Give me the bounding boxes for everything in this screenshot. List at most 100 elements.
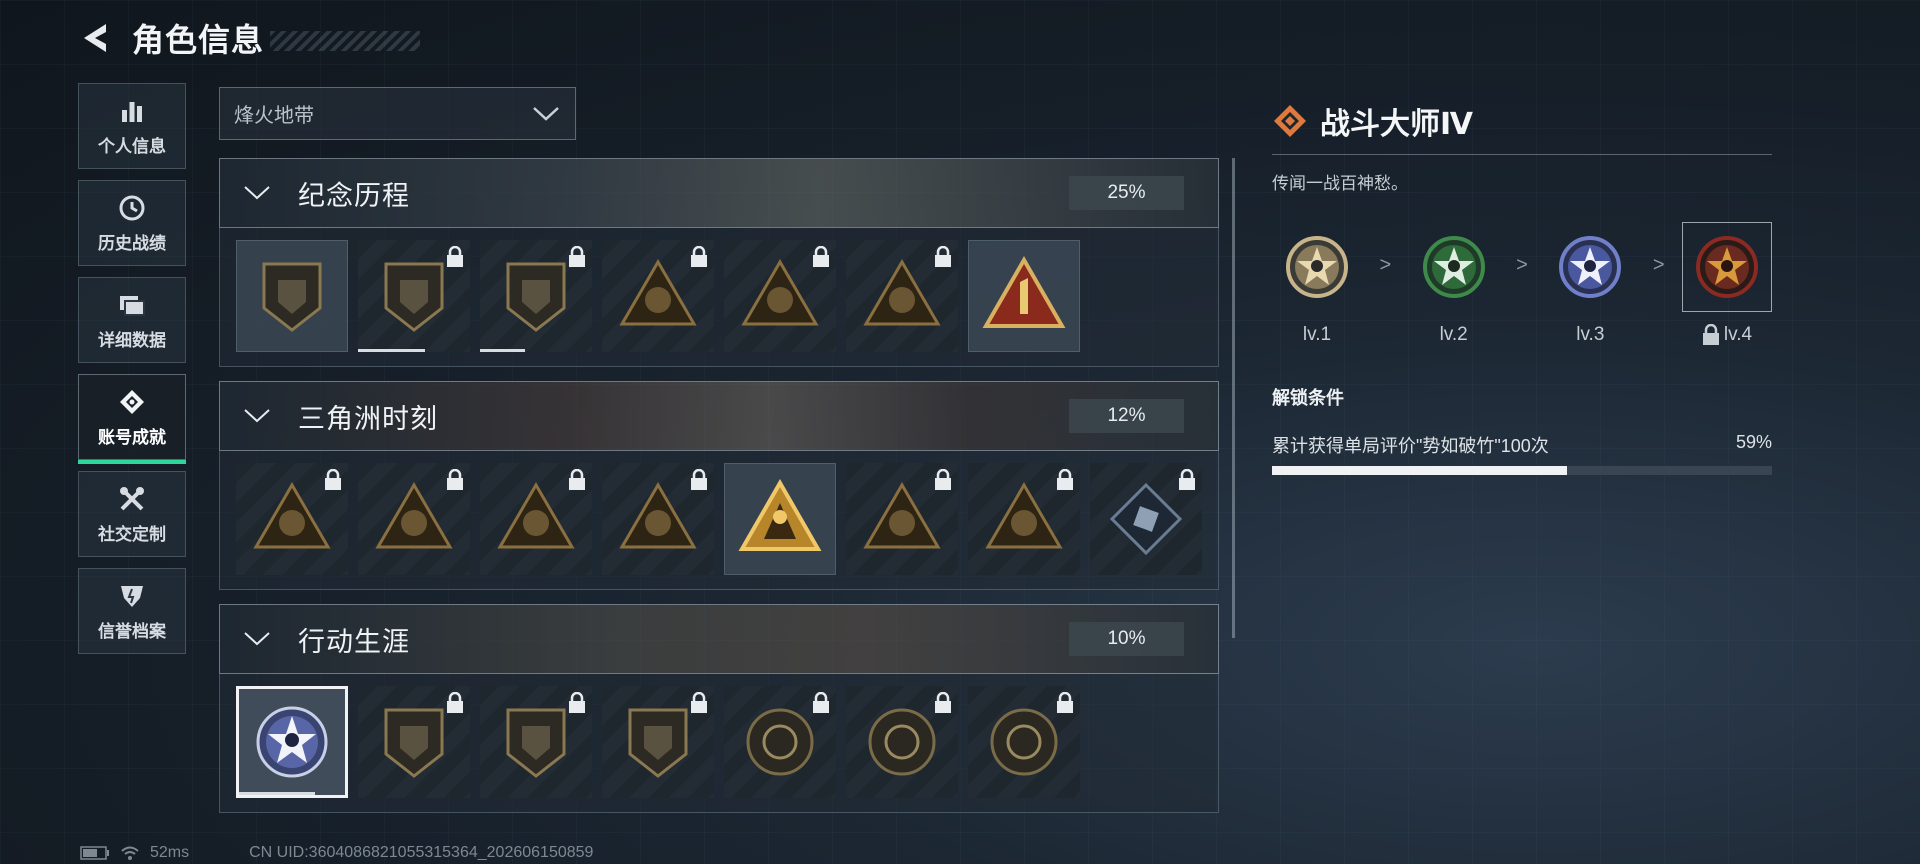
sidebar-item-personal-info[interactable]: 个人信息	[78, 83, 186, 169]
target-emblem-icon	[868, 708, 936, 776]
scrollbar[interactable]	[1232, 158, 1235, 638]
folder-icon	[117, 290, 147, 320]
achievement-badge[interactable]	[236, 463, 348, 575]
dragon-emblem-icon	[985, 482, 1063, 549]
section-header[interactable]: 行动生涯 10%	[219, 604, 1219, 674]
condition-progress-bar	[1272, 466, 1772, 475]
mode-dropdown-value: 烽火地带	[234, 105, 314, 127]
level-label-locked: lv.4	[1702, 324, 1752, 346]
badge-row	[219, 674, 1219, 813]
achievement-badge[interactable]	[846, 240, 958, 352]
shield-icon	[117, 581, 147, 611]
lock-icon	[324, 468, 342, 496]
sidebar-item-label: 历史战绩	[98, 233, 166, 253]
badge-progress-bar	[239, 792, 316, 795]
lock-icon	[568, 691, 586, 719]
bar-chart-icon	[117, 96, 147, 126]
achievement-badge[interactable]	[480, 686, 592, 798]
star-medal-icon	[1559, 236, 1622, 298]
level-item[interactable]: lv.2	[1409, 222, 1499, 346]
achievement-badge[interactable]	[724, 686, 836, 798]
chevron-shield-emblem-icon	[384, 708, 444, 778]
achievement-badge[interactable]	[480, 240, 592, 352]
status-bar: 52ms CN UID:3604086821055315364_20260615…	[80, 844, 593, 862]
achievement-badge[interactable]	[724, 463, 836, 575]
achievement-badge[interactable]	[602, 463, 714, 575]
section-title: 三角洲时刻	[298, 403, 438, 434]
star-medal-icon	[1422, 236, 1485, 298]
sidebar-item-history[interactable]: 历史战绩	[78, 180, 186, 266]
level-label: lv.1	[1302, 324, 1332, 345]
section-percent: 10%	[1069, 622, 1184, 656]
badge-progress-bar	[358, 349, 426, 352]
achievement-icon	[117, 387, 147, 417]
lock-icon	[446, 691, 464, 719]
achievement-badge[interactable]	[968, 463, 1080, 575]
achievement-badge[interactable]	[358, 686, 470, 798]
achievement-badge[interactable]	[846, 463, 958, 575]
achievement-badge[interactable]	[602, 686, 714, 798]
lock-icon	[1178, 468, 1196, 496]
achievement-badge[interactable]	[236, 686, 348, 798]
level-separator: >	[1516, 254, 1528, 276]
achievement-section: 纪念历程 25%	[219, 158, 1219, 367]
sidebar-item-label: 社交定制	[98, 524, 166, 544]
team-emblem-icon	[863, 482, 941, 549]
divider	[1272, 154, 1772, 155]
achievement-badge[interactable]	[1090, 463, 1202, 575]
hooded-figure-emblem-icon	[741, 259, 819, 326]
chevron-down-icon	[244, 409, 270, 423]
achievement-badge[interactable]	[968, 240, 1080, 352]
level-badge	[1409, 222, 1499, 312]
level-item[interactable]: lv.1	[1272, 222, 1362, 346]
gunner-emblem-icon	[619, 259, 697, 326]
lock-icon	[934, 691, 952, 719]
detail-description: 传闻一战百神愁。	[1272, 174, 1408, 193]
achievement-badge[interactable]	[724, 240, 836, 352]
achievement-badge[interactable]	[846, 686, 958, 798]
box-emblem-icon	[253, 482, 331, 549]
diamond-emblem-icon	[506, 262, 566, 332]
shell-emblem-icon	[746, 708, 814, 776]
level-label: lv.3	[1576, 324, 1605, 345]
condition-text: 累计获得单局评价"势如破竹"100次	[1272, 436, 1549, 456]
achievement-badge[interactable]	[358, 463, 470, 575]
page-title: 角色信息	[132, 22, 265, 58]
badge-row	[219, 451, 1219, 590]
section-header[interactable]: 纪念历程 25%	[219, 158, 1219, 228]
hex-shield-emblem-icon	[628, 708, 688, 778]
clock-icon	[117, 193, 147, 223]
achievement-badge[interactable]	[602, 240, 714, 352]
level-badge	[1272, 222, 1362, 312]
chevron-down-icon	[533, 106, 559, 121]
page-header: 角色信息	[78, 18, 421, 58]
level-item[interactable]: lv.4	[1682, 222, 1773, 346]
lock-icon	[446, 245, 464, 273]
level-item[interactable]: lv.3	[1545, 222, 1635, 346]
lock-icon	[934, 245, 952, 273]
section-header[interactable]: 三角洲时刻 12%	[219, 381, 1219, 451]
achievement-badge[interactable]	[358, 240, 470, 352]
wifi-icon	[121, 846, 139, 860]
back-button[interactable]	[78, 21, 112, 55]
condition-progress-fill	[1272, 466, 1567, 475]
sidebar-item-detail-data[interactable]: 详细数据	[78, 277, 186, 363]
sidebar-item-social[interactable]: 社交定制	[78, 471, 186, 557]
sidebar-item-achievements[interactable]: 账号成就	[78, 374, 186, 464]
sidebar-item-reputation[interactable]: 信誉档案	[78, 568, 186, 654]
achievement-badge[interactable]	[236, 240, 348, 352]
lock-icon	[1702, 324, 1719, 345]
achievement-list[interactable]: 纪念历程 25% 三角洲时刻 12% 行动生涯 10%	[219, 158, 1219, 818]
ping-value: 52ms	[150, 844, 190, 861]
triangle-emblem-icon	[262, 262, 322, 332]
lock-icon	[446, 468, 464, 496]
star-medal-icon	[1696, 236, 1759, 298]
achievement-badge[interactable]	[480, 463, 592, 575]
sidebar-item-label: 详细数据	[98, 330, 166, 350]
mode-dropdown[interactable]: 烽火地带	[219, 87, 576, 140]
achievement-badge[interactable]	[968, 686, 1080, 798]
skull-emblem-icon	[375, 482, 453, 549]
section-title: 纪念历程	[298, 180, 410, 211]
detail-title: 战斗大师Ⅳ	[1320, 108, 1473, 141]
star-medal-icon	[1286, 236, 1348, 298]
